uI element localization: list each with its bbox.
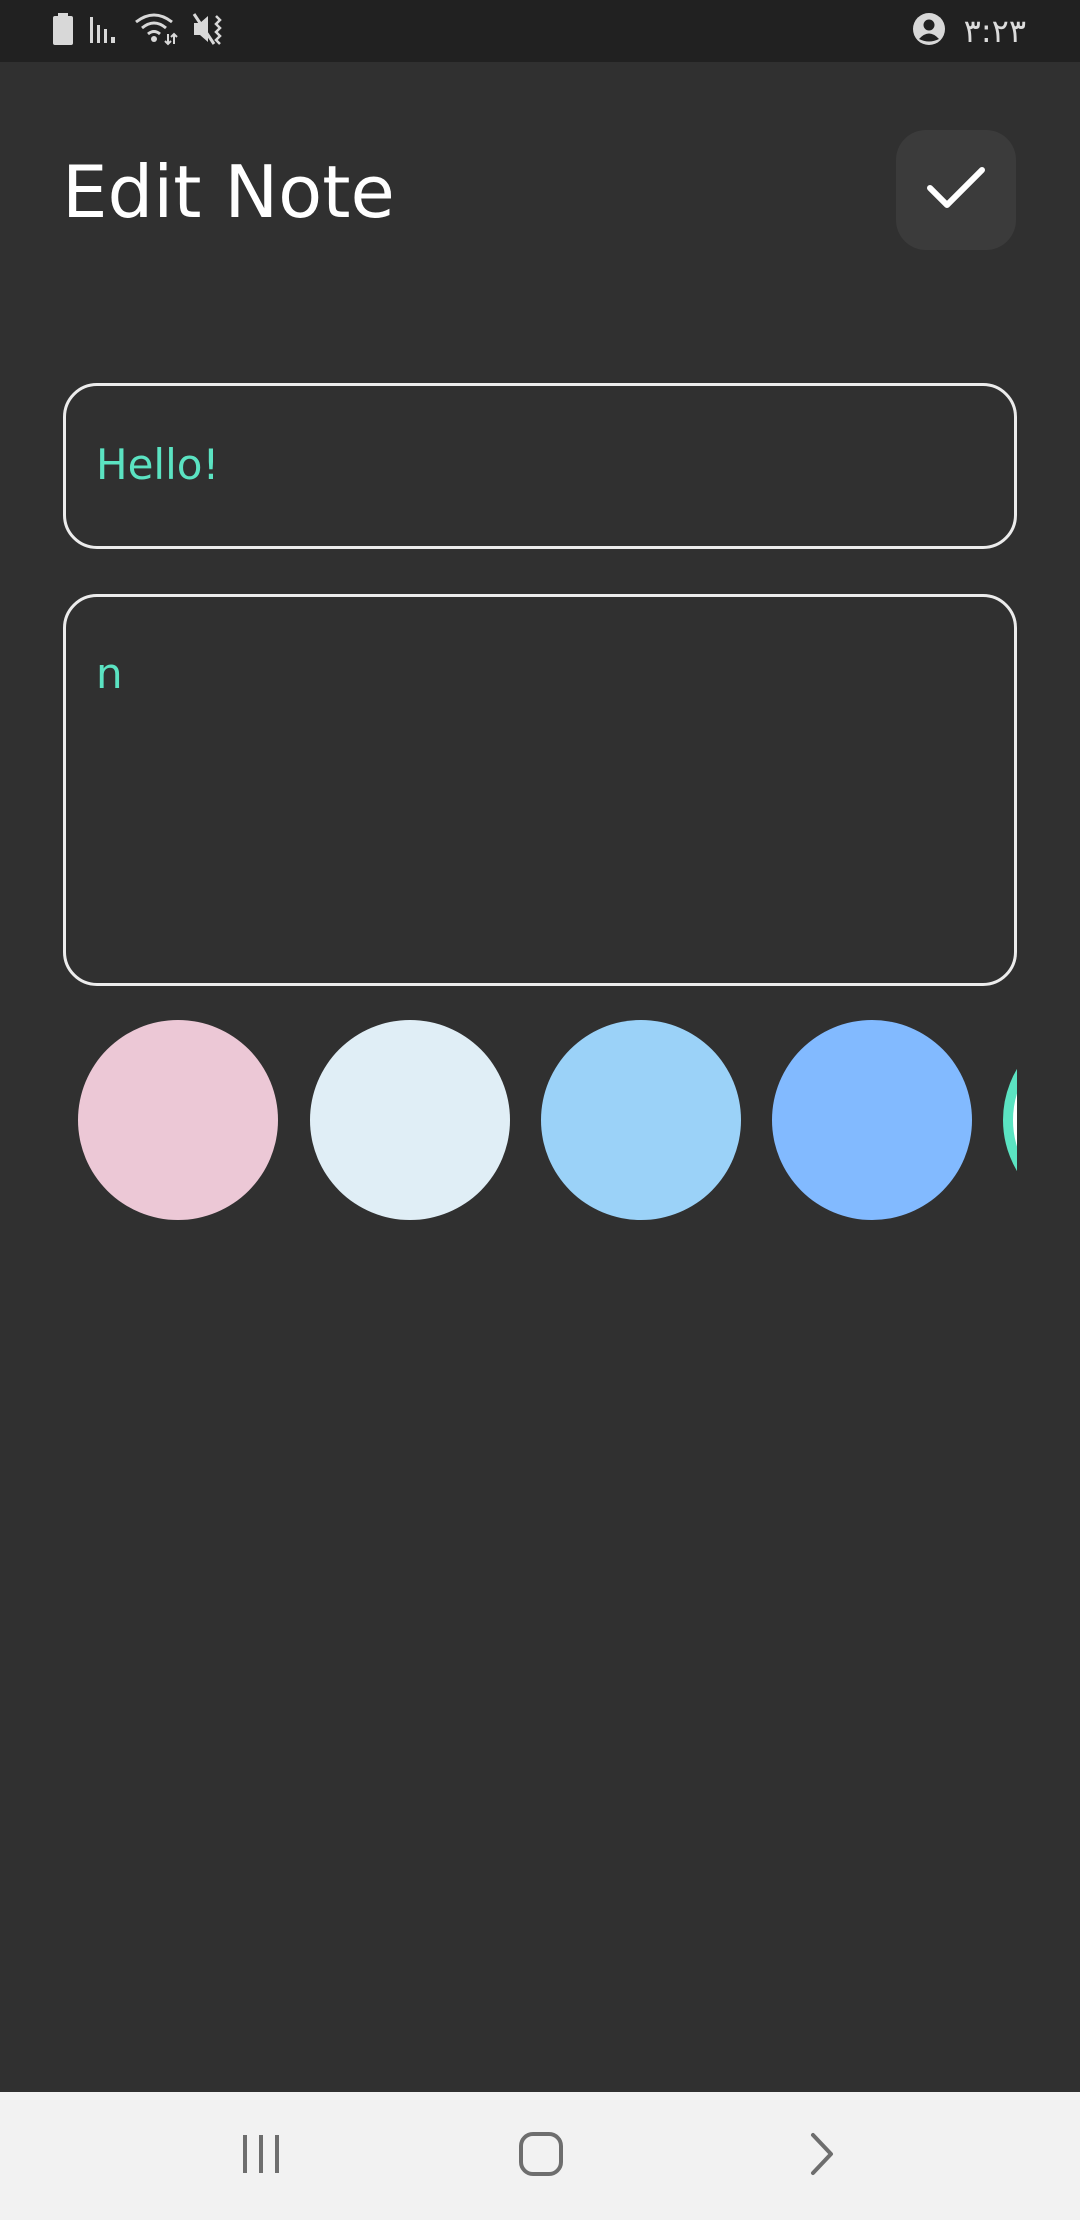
note-content-input[interactable]: n (63, 594, 1017, 986)
save-button[interactable] (896, 130, 1016, 250)
back-icon (807, 2131, 837, 2181)
color-swatch-light-blue[interactable] (541, 1020, 741, 1220)
edit-note-screen: Edit Note Hello! n (0, 62, 1080, 2092)
note-title-value: Hello! (96, 440, 220, 489)
status-icons-left (52, 12, 226, 50)
note-content-value: n (96, 649, 123, 698)
color-swatch-pale-blue[interactable] (310, 1020, 510, 1220)
battery-icon (52, 13, 74, 49)
status-icons-right: ٣:٢٣ (912, 10, 1026, 52)
recent-apps-icon (239, 2133, 283, 2179)
home-button[interactable] (511, 2128, 571, 2184)
navigation-bar (0, 2092, 1080, 2220)
account-icon (912, 12, 946, 50)
wifi-icon (134, 12, 178, 50)
recent-apps-button[interactable] (231, 2128, 291, 2184)
mute-vibrate-icon (192, 12, 226, 50)
home-icon (518, 2131, 564, 2181)
color-palette (63, 1015, 1017, 1221)
status-time: ٣:٢٣ (963, 12, 1026, 50)
note-title-input[interactable]: Hello! (63, 383, 1017, 549)
check-icon (926, 164, 986, 216)
color-swatch-pink[interactable] (78, 1020, 278, 1220)
color-swatch-blue[interactable] (772, 1020, 972, 1220)
page-title: Edit Note (62, 150, 395, 234)
back-button[interactable] (792, 2128, 852, 2184)
status-bar: ٣:٢٣ (0, 0, 1080, 62)
color-swatch-white-selected[interactable] (1003, 1020, 1017, 1220)
signal-icon (88, 13, 120, 49)
